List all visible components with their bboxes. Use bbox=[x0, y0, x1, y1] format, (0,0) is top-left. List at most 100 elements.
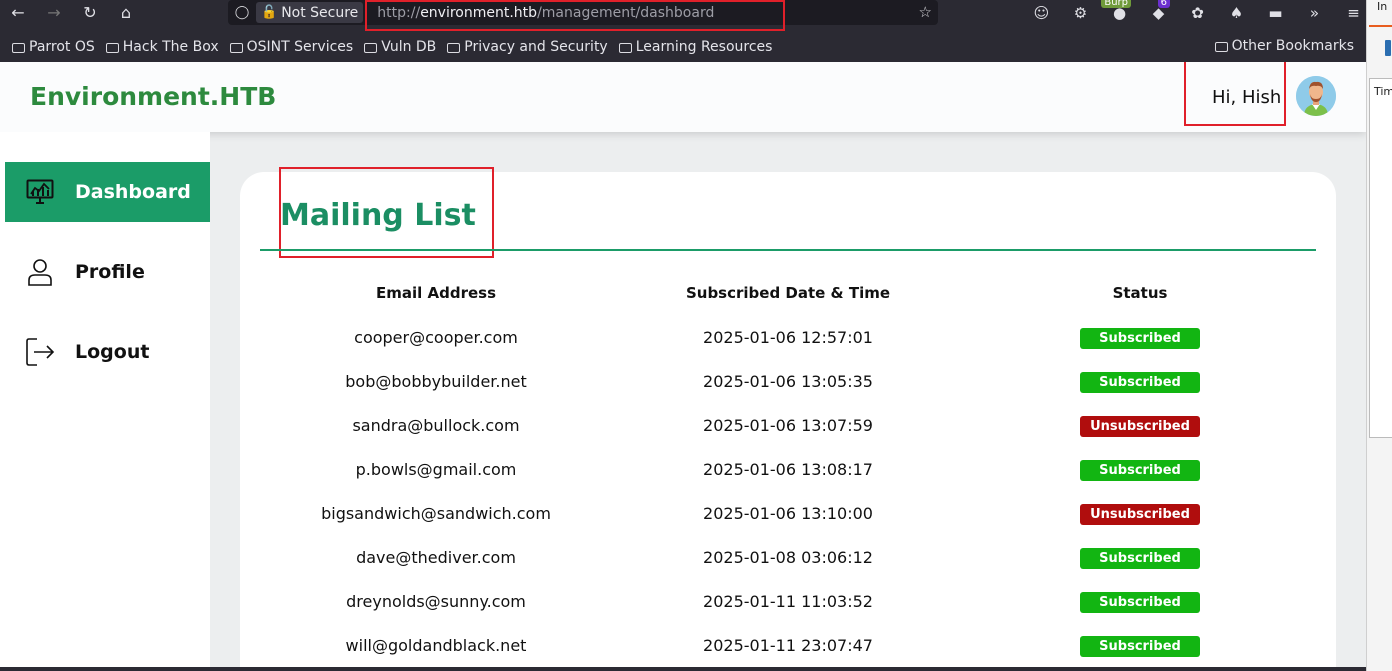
bookmark-label: OSINT Services bbox=[246, 39, 354, 55]
dashboard-icon bbox=[5, 179, 75, 205]
burp-badge: Burp bbox=[1101, 0, 1131, 8]
status-badge: Subscribed bbox=[1080, 328, 1200, 349]
cookie-extension-icon[interactable]: ✿ bbox=[1178, 0, 1217, 25]
title-divider bbox=[260, 249, 1316, 251]
bookmark-label: Vuln DB bbox=[381, 39, 437, 55]
url-text[interactable]: http://environment.htb/management/dashbo… bbox=[377, 5, 714, 21]
email-cell: bigsandwich@sandwich.com bbox=[321, 504, 551, 523]
table-row: bigsandwich@sandwich.com 2025-01-06 13:10… bbox=[240, 504, 1336, 548]
sidebar-item-profile[interactable]: Profile bbox=[5, 242, 210, 302]
home-icon[interactable]: ⌂ bbox=[108, 0, 144, 25]
status-badge: Subscribed bbox=[1080, 548, 1200, 569]
back-icon[interactable]: ← bbox=[0, 0, 36, 25]
status-badge: Subscribed bbox=[1080, 372, 1200, 393]
email-cell: dreynolds@sunny.com bbox=[346, 592, 526, 611]
date-cell: 2025-01-11 23:07:47 bbox=[703, 636, 873, 655]
extension-badge: 6 bbox=[1157, 0, 1170, 8]
overflow-chevron-icon[interactable]: » bbox=[1295, 0, 1334, 25]
other-bookmarks-label: Other Bookmarks bbox=[1231, 38, 1354, 54]
bookmark-star-icon[interactable]: ☆ bbox=[919, 3, 932, 21]
sidebar: Dashboard Profile Logout bbox=[0, 132, 210, 667]
hat-extension-icon[interactable]: ▬ bbox=[1256, 0, 1295, 25]
user-icon bbox=[5, 258, 75, 286]
status-badge: Subscribed bbox=[1080, 592, 1200, 613]
url-scheme: http:// bbox=[377, 4, 421, 21]
status-badge: Subscribed bbox=[1080, 460, 1200, 481]
column-header-email: Email Address bbox=[375, 284, 497, 302]
sidebar-item-dashboard[interactable]: Dashboard bbox=[5, 162, 210, 222]
table-row: dave@thediver.com 2025-01-08 03:06:12 Subs… bbox=[240, 548, 1336, 592]
brand-logo[interactable]: Environment.HTB bbox=[30, 82, 276, 111]
user-greeting: Hi, Hish bbox=[1212, 87, 1282, 108]
avatar[interactable] bbox=[1296, 76, 1336, 116]
mailing-list-card: Mailing List Email Address Subscribed Da… bbox=[240, 167, 1336, 667]
bookmark-label: Parrot OS bbox=[29, 39, 95, 55]
not-secure-indicator[interactable]: 🔓 Not Secure bbox=[256, 2, 364, 23]
date-cell: 2025-01-06 13:07:59 bbox=[703, 416, 873, 435]
column-header-date: Subscribed Date & Time bbox=[685, 284, 891, 302]
url-path: /management/dashboard bbox=[537, 4, 715, 21]
bookmarks-bar: Parrot OS Hack The Box OSINT Services Vu… bbox=[0, 33, 1366, 61]
taskbar-edge bbox=[0, 667, 1366, 671]
adjacent-panel-label: Tim bbox=[1374, 85, 1392, 98]
status-badge: Unsubscribed bbox=[1080, 416, 1200, 437]
forward-icon[interactable]: → bbox=[36, 0, 72, 25]
adjacent-window-panel: Tim bbox=[1369, 78, 1392, 438]
account-icon[interactable]: ☺ bbox=[1022, 0, 1061, 25]
not-secure-label: Not Secure bbox=[281, 4, 359, 21]
burp-extension-icon[interactable]: ● Burp bbox=[1100, 0, 1139, 25]
adjacent-window-button[interactable] bbox=[1385, 40, 1391, 56]
email-cell: bob@bobbybuilder.net bbox=[345, 372, 527, 391]
url-host: environment.htb bbox=[420, 4, 538, 21]
adjacent-window-text: In bbox=[1377, 0, 1388, 13]
date-cell: 2025-01-06 13:05:35 bbox=[703, 372, 873, 391]
bookmark-label: Hack The Box bbox=[122, 39, 219, 55]
bookmark-folder[interactable]: Hack The Box bbox=[105, 39, 219, 55]
extensions-toolbar: ☺ ⚙ ● Burp ◆ 6 ✿ ♠ ▬ » ≡ bbox=[1022, 0, 1373, 25]
wappalyzer-extension-icon[interactable]: ◆ 6 bbox=[1139, 0, 1178, 25]
foxyproxy-extension-icon[interactable]: ♠ bbox=[1217, 0, 1256, 25]
table-row: dreynolds@sunny.com 2025-01-11 11:03:52 Su… bbox=[240, 592, 1336, 636]
bookmark-folder[interactable]: Learning Resources bbox=[618, 39, 772, 55]
sidebar-item-label: Profile bbox=[75, 261, 145, 283]
table-row: sandra@bullock.com 2025-01-06 13:07:59 Uns… bbox=[240, 416, 1336, 460]
date-cell: 2025-01-06 12:57:01 bbox=[703, 328, 873, 347]
email-cell: sandra@bullock.com bbox=[352, 416, 520, 435]
folder-icon bbox=[229, 43, 243, 53]
shield-icon[interactable]: ◯ bbox=[228, 5, 256, 20]
extensions-icon[interactable]: ⚙ bbox=[1061, 0, 1100, 25]
sidebar-item-logout[interactable]: Logout bbox=[5, 322, 210, 382]
table-row: bob@bobbybuilder.net 2025-01-06 13:05:35 S… bbox=[240, 372, 1336, 416]
bookmark-folder[interactable]: Vuln DB bbox=[364, 39, 436, 55]
folder-icon bbox=[447, 43, 461, 53]
folder-icon bbox=[12, 43, 25, 53]
bookmark-label: Privacy and Security bbox=[464, 39, 608, 55]
date-cell: 2025-01-08 03:06:12 bbox=[703, 548, 873, 567]
bookmark-folder[interactable]: OSINT Services bbox=[229, 39, 354, 55]
adjacent-window-accent bbox=[1369, 25, 1392, 27]
other-bookmarks[interactable]: Other Bookmarks bbox=[1214, 38, 1354, 54]
avatar-icon bbox=[1296, 76, 1336, 116]
logout-icon bbox=[5, 337, 75, 367]
page-title: Mailing List bbox=[280, 198, 476, 233]
folder-icon bbox=[364, 43, 378, 53]
table-row: p.bowls@gmail.com 2025-01-06 13:08:17 Subs… bbox=[240, 460, 1336, 504]
folder-icon bbox=[105, 43, 119, 53]
reload-icon[interactable]: ↻ bbox=[72, 0, 108, 25]
table-row: cooper@cooper.com 2025-01-06 12:57:01 Subs… bbox=[240, 328, 1336, 372]
url-bar[interactable]: ◯ 🔓 Not Secure http://environment.htb/ma… bbox=[228, 0, 938, 25]
email-cell: cooper@cooper.com bbox=[354, 328, 518, 347]
email-cell: p.bowls@gmail.com bbox=[355, 460, 517, 479]
column-header-status: Status bbox=[1112, 284, 1168, 302]
date-cell: 2025-01-06 13:10:00 bbox=[703, 504, 873, 523]
folder-icon bbox=[1214, 42, 1228, 52]
bookmark-folder[interactable]: Privacy and Security bbox=[447, 39, 608, 55]
insecure-lock-icon: 🔓 bbox=[261, 5, 278, 20]
sidebar-item-label: Logout bbox=[75, 341, 150, 363]
bookmark-folder[interactable]: Parrot OS bbox=[12, 39, 95, 55]
status-badge: Subscribed bbox=[1080, 636, 1200, 657]
email-cell: dave@thediver.com bbox=[356, 548, 516, 567]
date-cell: 2025-01-11 11:03:52 bbox=[703, 592, 873, 611]
folder-icon bbox=[618, 43, 632, 53]
date-cell: 2025-01-06 13:08:17 bbox=[703, 460, 873, 479]
